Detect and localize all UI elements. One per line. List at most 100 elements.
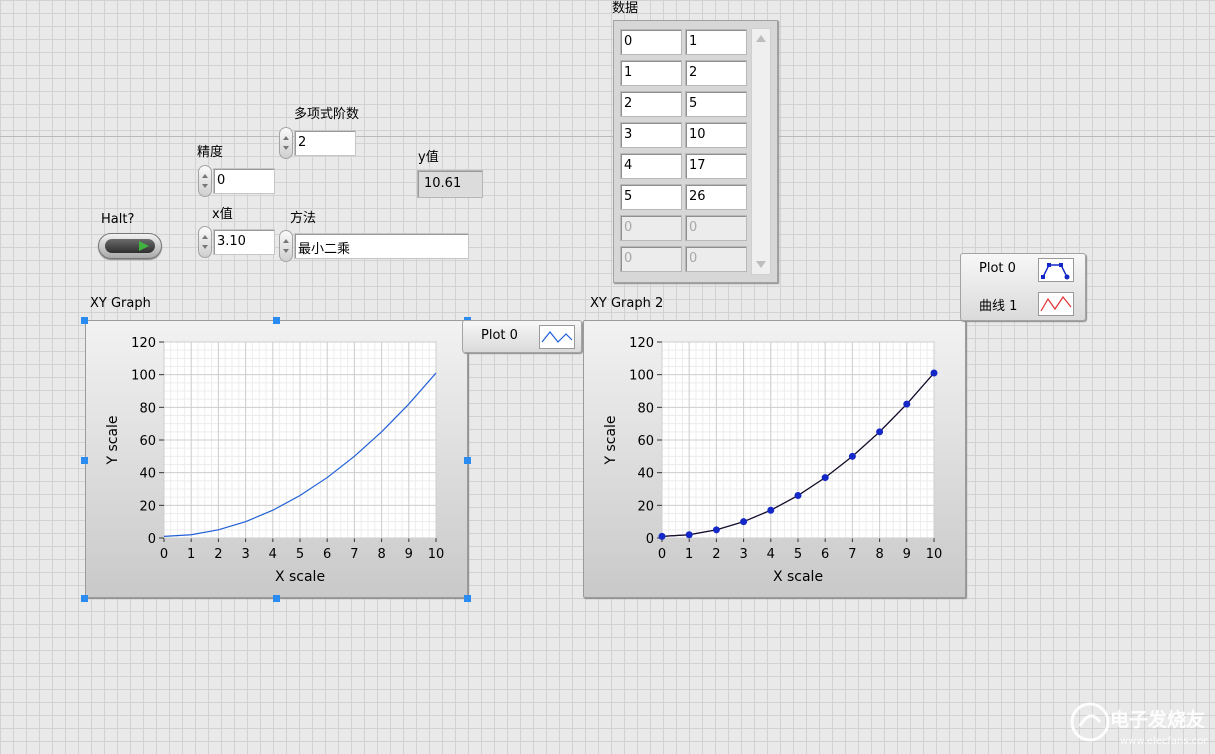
method-spinner-icon[interactable] [279,230,293,262]
x-value-label: x值 [212,207,233,222]
array-cell[interactable]: 1 [685,29,747,55]
y-tick-label: 120 [131,336,156,351]
array-cell[interactable]: 10 [685,122,747,148]
array-cell[interactable]: 3 [620,122,682,148]
array-cell[interactable]: 0 [685,246,747,272]
array-cell[interactable]: 26 [685,184,747,210]
x-tick-label: 1 [187,547,195,562]
y-tick-label: 40 [637,467,654,482]
y-tick-label: 60 [637,434,654,449]
halt-led-icon [105,239,155,253]
data-point [767,506,775,514]
x-tick-label: 5 [296,547,304,562]
precision-input[interactable]: 0 [213,168,275,194]
order-input[interactable]: 2 [294,130,356,156]
x-tick-label: 5 [794,547,802,562]
data-point [876,428,884,436]
resize-handle[interactable] [464,595,471,602]
y-tick-label: 60 [139,434,156,449]
resize-handle[interactable] [81,317,88,324]
precision-spinner-icon[interactable] [198,165,212,197]
x-tick-label: 2 [712,547,720,562]
x-tick-label: 8 [377,547,385,562]
y-value-label: y值 [418,150,439,165]
scroll-up-icon[interactable] [756,35,766,42]
array-cell[interactable]: 17 [685,153,747,179]
x-axis-label: X scale [773,569,823,585]
x-tick-label: 7 [350,547,358,562]
x-tick-label: 0 [658,547,666,562]
x-axis-label: X scale [275,569,325,585]
order-label: 多项式阶数 [294,107,360,122]
legend-item-label: Plot 0 [979,261,1016,276]
line-icon[interactable] [1038,292,1074,316]
x-tick-label: 10 [926,547,943,562]
x-tick-label: 1 [685,547,693,562]
resize-handle[interactable] [273,317,280,324]
y-axis-label: Y scale [105,415,121,465]
data-point [658,532,666,540]
y-tick-label: 0 [646,532,654,547]
legend-item-label: 曲线 1 [979,299,1018,314]
graph2-legend[interactable]: Plot 0 曲线 1 [960,253,1086,321]
x-tick-label: 4 [767,547,775,562]
x-tick-label: 7 [848,547,856,562]
array-cell[interactable]: 2 [620,91,682,117]
y-tick-label: 100 [629,369,654,384]
array-cell[interactable]: 5 [620,184,682,210]
data-point [685,531,693,539]
x-tick-label: 3 [241,547,249,562]
xy-graph-2-plot: 0 1 2 3 4 5 6 7 8 9 10020406080100120X scaleY scal… [603,336,943,585]
xy-graph-1-plot: 0 1 2 3 4 5 6 7 8 9 10020406080100120X scaleY scal… [105,336,444,585]
method-label: 方法 [290,211,317,226]
array-cell[interactable]: 1 [620,60,682,86]
x-tick-label: 6 [323,547,331,562]
halt-button[interactable] [98,233,162,259]
y-tick-label: 80 [139,401,156,416]
block-diagram-divider [0,136,1215,137]
graph1-title: XY Graph [90,296,151,311]
array-cell[interactable]: 5 [685,91,747,117]
resize-handle[interactable] [81,457,88,464]
array-cell[interactable]: 0 [685,215,747,241]
y-tick-label: 100 [131,369,156,384]
x-value-input[interactable]: 3.10 [213,229,275,255]
array-cell[interactable]: 4 [620,153,682,179]
data-point [794,492,802,500]
data-point [848,452,856,460]
xy-graph-1[interactable]: 0 1 2 3 4 5 6 7 8 9 10 0 20 40 60 80 100 120 X scale Y scal… [85,320,468,598]
resize-handle[interactable] [464,457,471,464]
resize-handle[interactable] [273,595,280,602]
array-cell[interactable]: 0 [620,29,682,55]
x-tick-label: 8 [875,547,883,562]
x-tick-label: 2 [214,547,222,562]
method-ring[interactable]: 最小二乘 [294,233,469,259]
x-tick-label: 6 [821,547,829,562]
data-point [930,369,938,377]
svg-text:www.elecfans.com: www.elecfans.com [1120,736,1208,747]
order-spinner-icon[interactable] [279,127,293,159]
watermark-logo: 电子发烧友 www.elecfans.com [1068,700,1213,750]
line-with-points-icon[interactable] [1038,258,1074,282]
data-point [740,518,748,526]
data-array-scrollbar[interactable] [751,28,771,275]
y-tick-label: 120 [629,336,654,351]
halt-label: Halt? [101,212,135,227]
xy-graph-2[interactable]: 0 1 2 3 4 5 6 7 8 9 10 0 20 40 60 80 100 120 X scale Y scal… [583,320,966,598]
resize-handle[interactable] [81,595,88,602]
y-value-indicator: 10.61 [417,170,483,198]
x-value-spinner-icon[interactable] [198,226,212,258]
y-tick-label: 0 [148,532,156,547]
scroll-down-icon[interactable] [756,261,766,268]
y-tick-label: 20 [637,499,654,514]
graph2-title: XY Graph 2 [590,296,664,311]
array-cell[interactable]: 0 [620,215,682,241]
x-tick-label: 3 [739,547,747,562]
array-cell[interactable]: 0 [620,246,682,272]
y-tick-label: 20 [139,499,156,514]
array-cell[interactable]: 2 [685,60,747,86]
line-icon[interactable] [539,325,575,349]
precision-label: 精度 [197,145,224,160]
graph1-legend[interactable]: Plot 0 [462,320,582,353]
x-tick-label: 4 [269,547,277,562]
